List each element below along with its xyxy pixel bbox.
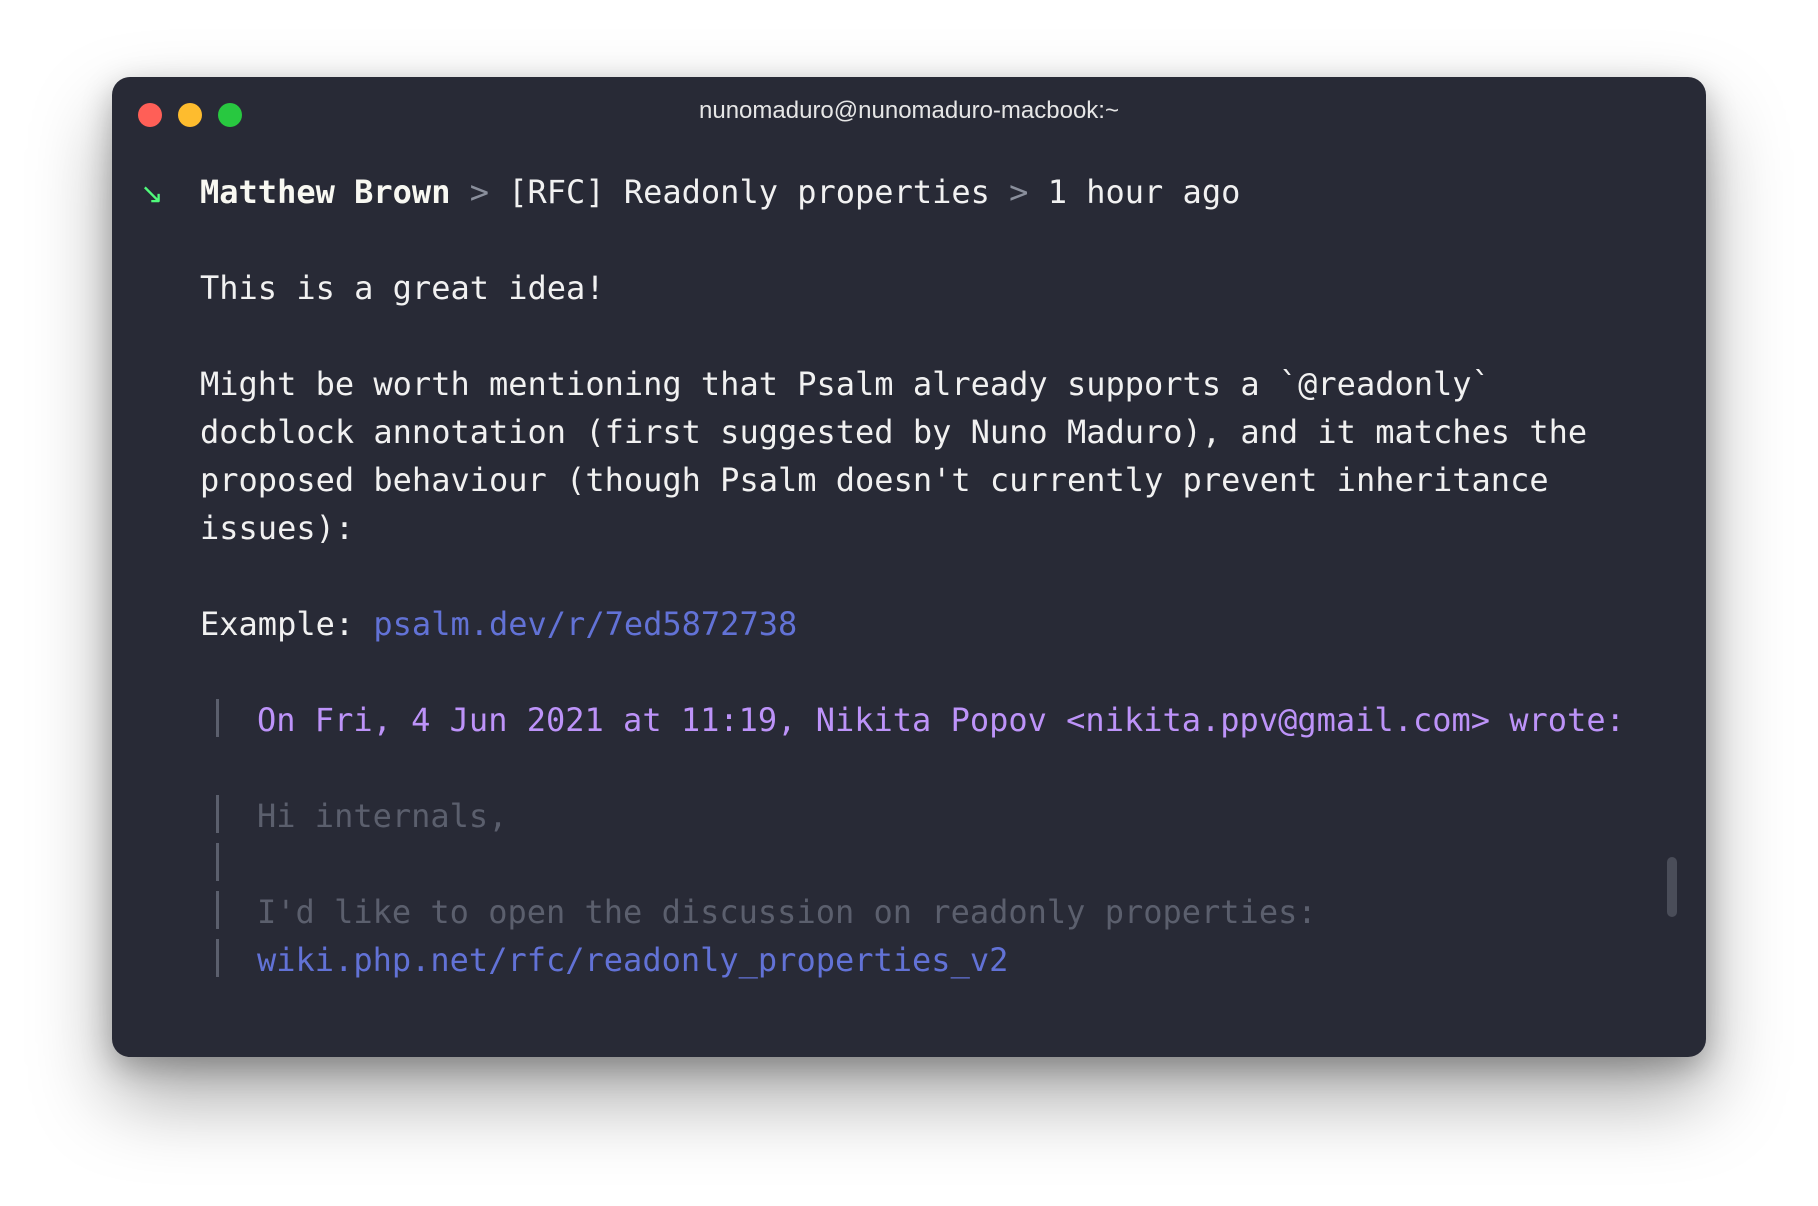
thread-title: [RFC] Readonly properties: [508, 173, 990, 211]
body-line: docblock annotation (first suggested by …: [200, 413, 1588, 451]
author-name: Matthew Brown: [200, 173, 451, 211]
quote-header: On Fri, 4 Jun 2021 at 11:19, Nikita Popo…: [257, 701, 1625, 739]
quote-bar: [216, 843, 219, 881]
example-label: Example:: [200, 605, 355, 643]
body-line: issues):: [200, 509, 355, 547]
example-link[interactable]: psalm.dev/r/7ed5872738: [373, 605, 797, 643]
terminal-window: nunomaduro@nunomaduro-macbook:~ ↘ Matthe…: [112, 77, 1706, 1057]
message-header: Matthew Brown > [RFC] Readonly propertie…: [200, 168, 1240, 216]
breadcrumb-separator: >: [469, 173, 489, 211]
quote-bar: [216, 699, 219, 737]
quote-link[interactable]: wiki.php.net/rfc/readonly_properties_v2: [257, 936, 1008, 984]
timestamp: 1 hour ago: [1047, 173, 1241, 211]
body-line: Might be worth mentioning that Psalm alr…: [200, 365, 1491, 403]
body-line: proposed behaviour (though Psalm doesn't…: [200, 461, 1549, 499]
breadcrumb-separator: >: [1009, 173, 1029, 211]
quote-text: I'd like to open the discussion on reado…: [257, 893, 1317, 931]
window-title: nunomaduro@nunomaduro-macbook:~: [699, 97, 1119, 124]
example-line: Example: psalm.dev/r/7ed5872738: [200, 600, 797, 648]
quote-bar: [216, 939, 219, 977]
quote-bar: [216, 891, 219, 929]
quote-bar: [216, 795, 219, 833]
body-line: This is a great idea!: [200, 269, 605, 307]
title-bar: nunomaduro@nunomaduro-macbook:~: [112, 77, 1706, 153]
quote-greeting: Hi internals,: [257, 797, 508, 835]
arrow-down-right-icon: ↘: [140, 177, 164, 210]
scrollbar[interactable]: [1667, 857, 1677, 917]
